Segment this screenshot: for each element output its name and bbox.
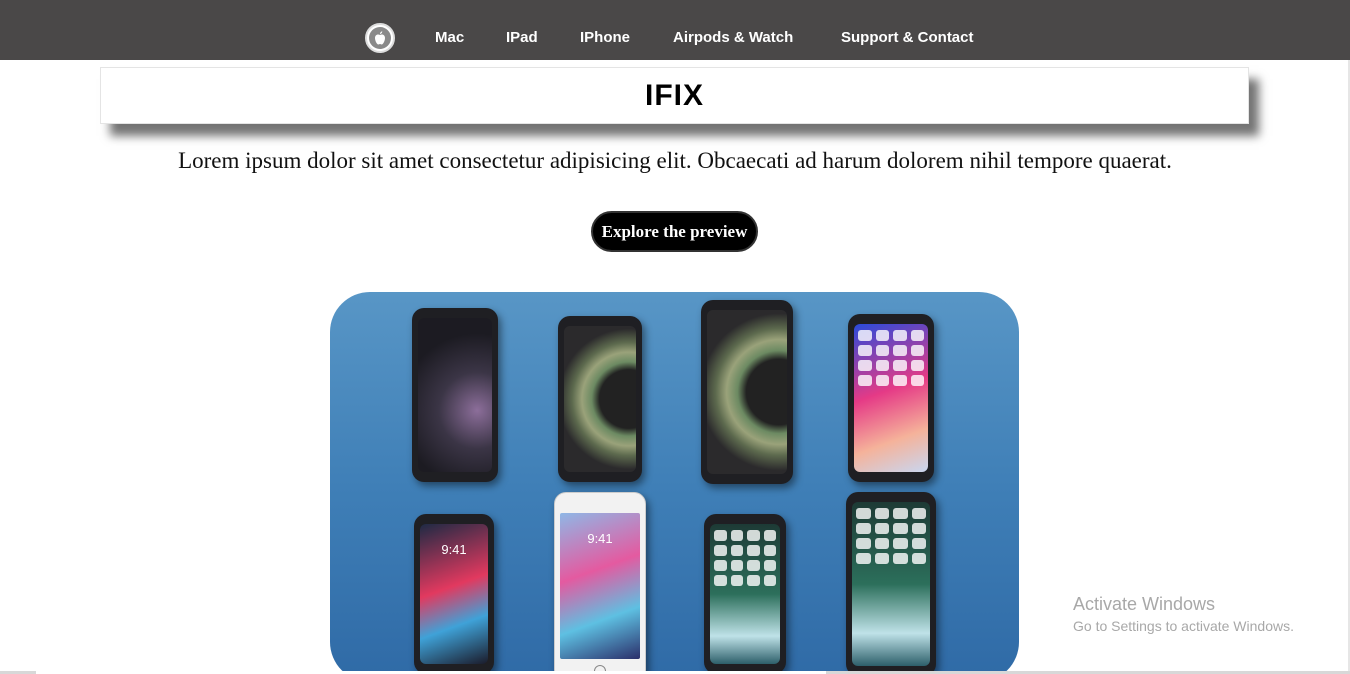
nav-link-iphone[interactable]: IPhone bbox=[580, 29, 630, 46]
app-grid bbox=[714, 530, 776, 586]
phone-image bbox=[848, 314, 934, 482]
lead-paragraph: Lorem ipsum dolor sit amet consectetur a… bbox=[178, 148, 1172, 173]
top-navbar: Mac IPad IPhone Airpods & Watch Support … bbox=[0, 0, 1350, 60]
phone-image bbox=[412, 308, 498, 482]
phone-screen: 9:41 bbox=[420, 524, 488, 664]
watermark-title: Activate Windows bbox=[1073, 594, 1216, 614]
phone-screen: 9:41 bbox=[560, 513, 640, 659]
lock-screen-time: 9:41 bbox=[441, 542, 467, 557]
nav-link-ipad[interactable]: IPad bbox=[506, 29, 538, 46]
iphone-lineup-image: 9:41 9:41 bbox=[330, 292, 1019, 674]
explore-preview-button[interactable]: Explore the preview bbox=[591, 211, 758, 252]
nav-link-mac[interactable]: Mac bbox=[435, 29, 464, 46]
phone-image bbox=[846, 492, 936, 674]
phone-image: 9:41 bbox=[414, 514, 494, 674]
phone-screen bbox=[418, 318, 492, 472]
nav-link-support-contact[interactable]: Support & Contact bbox=[841, 29, 974, 46]
phone-image bbox=[558, 316, 642, 482]
apple-glyph-icon bbox=[375, 31, 385, 45]
title-banner: IFIX bbox=[100, 67, 1249, 124]
app-grid bbox=[858, 330, 924, 386]
lock-screen-time: 9:41 bbox=[587, 531, 613, 546]
page-title: IFIX bbox=[644, 78, 704, 112]
phone-screen bbox=[854, 324, 928, 472]
phone-image bbox=[701, 300, 793, 484]
phone-image: 9:41 bbox=[554, 492, 646, 674]
phone-screen bbox=[852, 502, 930, 666]
watermark-subtitle: Go to Settings to activate Windows. bbox=[1073, 618, 1294, 634]
logo-inner bbox=[369, 27, 391, 49]
apple-logo-icon[interactable] bbox=[365, 23, 395, 53]
phone-screen bbox=[710, 524, 780, 664]
phone-screen bbox=[564, 326, 636, 472]
app-grid bbox=[856, 508, 926, 564]
activate-windows-watermark: Activate Windows Go to Settings to activ… bbox=[1073, 594, 1294, 634]
phone-screen bbox=[707, 310, 787, 474]
nav-link-airpods-watch[interactable]: Airpods & Watch bbox=[673, 29, 793, 46]
phone-image bbox=[704, 514, 786, 674]
